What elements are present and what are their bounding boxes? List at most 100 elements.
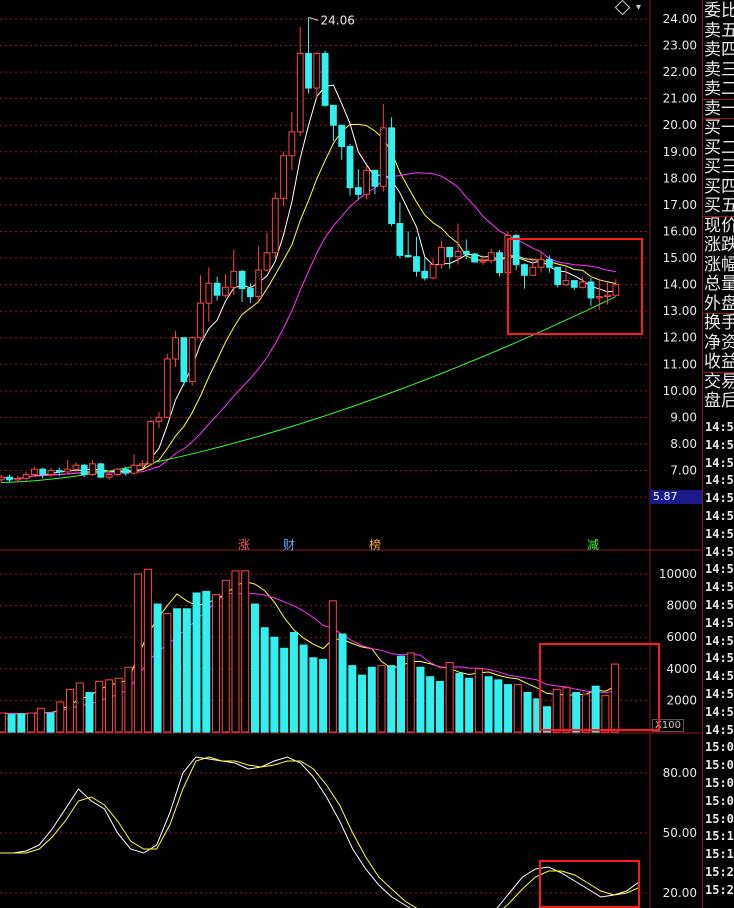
- candle-body[interactable]: [47, 470, 55, 476]
- volume-bar[interactable]: [387, 665, 396, 733]
- candle-body[interactable]: [197, 302, 204, 339]
- volume-bar[interactable]: [66, 688, 75, 733]
- candle-body[interactable]: [471, 253, 479, 263]
- candle-body[interactable]: [487, 252, 495, 262]
- volume-bars[interactable]: [0, 568, 620, 733]
- candle-body[interactable]: [246, 288, 254, 298]
- candle-body[interactable]: [97, 463, 105, 478]
- volume-bar[interactable]: [36, 707, 45, 733]
- candle-body[interactable]: [255, 269, 263, 298]
- volume-bar[interactable]: [309, 657, 318, 733]
- volume-bar[interactable]: [396, 655, 405, 733]
- volume-bar[interactable]: [299, 644, 308, 733]
- volume-bar[interactable]: [17, 713, 26, 733]
- candle-body[interactable]: [138, 463, 146, 466]
- volume-bar[interactable]: [241, 570, 250, 733]
- volume-bar[interactable]: [513, 684, 522, 733]
- candle-body[interactable]: [313, 53, 321, 89]
- candle-body[interactable]: [437, 246, 445, 266]
- candle-body[interactable]: [180, 337, 188, 383]
- volume-bar[interactable]: [153, 603, 162, 733]
- candle-body[interactable]: [371, 169, 379, 187]
- candle-body[interactable]: [0, 476, 5, 481]
- candle-body[interactable]: [271, 197, 279, 254]
- volume-bar[interactable]: [328, 600, 337, 733]
- candle-body[interactable]: [222, 286, 229, 296]
- candle-body[interactable]: [263, 252, 271, 271]
- candle-body[interactable]: [421, 270, 429, 279]
- candle-body[interactable]: [230, 270, 238, 288]
- volume-bar[interactable]: [260, 627, 269, 733]
- candle-body[interactable]: [122, 468, 130, 474]
- candle-body[interactable]: [280, 155, 287, 199]
- volume-bar[interactable]: [134, 573, 143, 733]
- candle-body[interactable]: [172, 337, 180, 360]
- candle-body[interactable]: [305, 53, 312, 89]
- volume-bar[interactable]: [426, 676, 435, 733]
- caret-down-icon[interactable]: ▾: [636, 2, 641, 13]
- candle-body[interactable]: [147, 420, 155, 465]
- volume-bar[interactable]: [182, 608, 191, 733]
- volume-bar[interactable]: [114, 677, 123, 733]
- candle-body[interactable]: [55, 470, 63, 473]
- candle-body[interactable]: [396, 223, 404, 256]
- volume-bar[interactable]: [95, 680, 104, 733]
- candle-body[interactable]: [496, 252, 503, 274]
- candle-body[interactable]: [363, 169, 371, 195]
- volume-bar[interactable]: [280, 647, 289, 733]
- volume-bar[interactable]: [465, 677, 474, 733]
- candle-body[interactable]: [354, 187, 362, 195]
- stock-chart[interactable]: 24.00 23.00 22.00 21.00 20.00 19.00 18.00 17.00…: [0, 0, 702, 908]
- candle-body[interactable]: [6, 476, 13, 481]
- candle-body[interactable]: [155, 416, 163, 422]
- volume-bar[interactable]: [319, 658, 328, 733]
- volume-bar[interactable]: [173, 608, 182, 733]
- candle-body[interactable]: [404, 254, 412, 258]
- candle-body[interactable]: [379, 127, 387, 187]
- volume-bar[interactable]: [289, 631, 298, 733]
- candle-body[interactable]: [188, 337, 196, 383]
- candle-body[interactable]: [330, 104, 337, 126]
- volume-bar[interactable]: [358, 674, 367, 733]
- candle-body[interactable]: [39, 468, 47, 476]
- candle-body[interactable]: [163, 358, 171, 418]
- candle-body[interactable]: [22, 474, 30, 479]
- candle-body[interactable]: [429, 264, 437, 279]
- volume-bar[interactable]: [504, 684, 513, 733]
- volume-bar[interactable]: [250, 603, 259, 733]
- volume-bar[interactable]: [435, 680, 444, 733]
- volume-bar[interactable]: [0, 712, 6, 733]
- volume-bar[interactable]: [7, 714, 16, 733]
- candle-body[interactable]: [64, 468, 72, 473]
- candle-body[interactable]: [338, 124, 346, 147]
- volume-bar[interactable]: [202, 590, 211, 733]
- candle-body[interactable]: [14, 477, 22, 481]
- volume-bar[interactable]: [270, 636, 279, 733]
- event-tag-limit-up[interactable]: 涨: [238, 536, 250, 553]
- candle-body[interactable]: [321, 53, 329, 106]
- volume-bar[interactable]: [455, 673, 464, 733]
- volume-bar[interactable]: [348, 665, 357, 733]
- candle-body[interactable]: [30, 468, 38, 476]
- volume-bar[interactable]: [143, 568, 152, 733]
- candle-body[interactable]: [388, 127, 395, 225]
- candle-body[interactable]: [238, 270, 246, 290]
- candle-body[interactable]: [80, 464, 88, 476]
- candle-body[interactable]: [205, 282, 213, 304]
- volume-bar[interactable]: [367, 666, 376, 733]
- candle-body[interactable]: [89, 463, 96, 476]
- volume-bar[interactable]: [163, 613, 172, 733]
- volume-bar[interactable]: [406, 652, 415, 733]
- event-tag-financial[interactable]: 财: [283, 536, 295, 553]
- candle-body[interactable]: [72, 464, 80, 470]
- candle-body[interactable]: [130, 464, 138, 474]
- candle-body[interactable]: [213, 282, 221, 296]
- candle-body[interactable]: [346, 145, 354, 189]
- candle-body[interactable]: [446, 246, 454, 258]
- candle-body[interactable]: [296, 53, 304, 133]
- volume-bar[interactable]: [445, 661, 454, 733]
- volume-bar[interactable]: [56, 701, 65, 733]
- candle-body[interactable]: [114, 468, 121, 476]
- volume-bar[interactable]: [75, 682, 84, 733]
- candle-body[interactable]: [413, 256, 420, 272]
